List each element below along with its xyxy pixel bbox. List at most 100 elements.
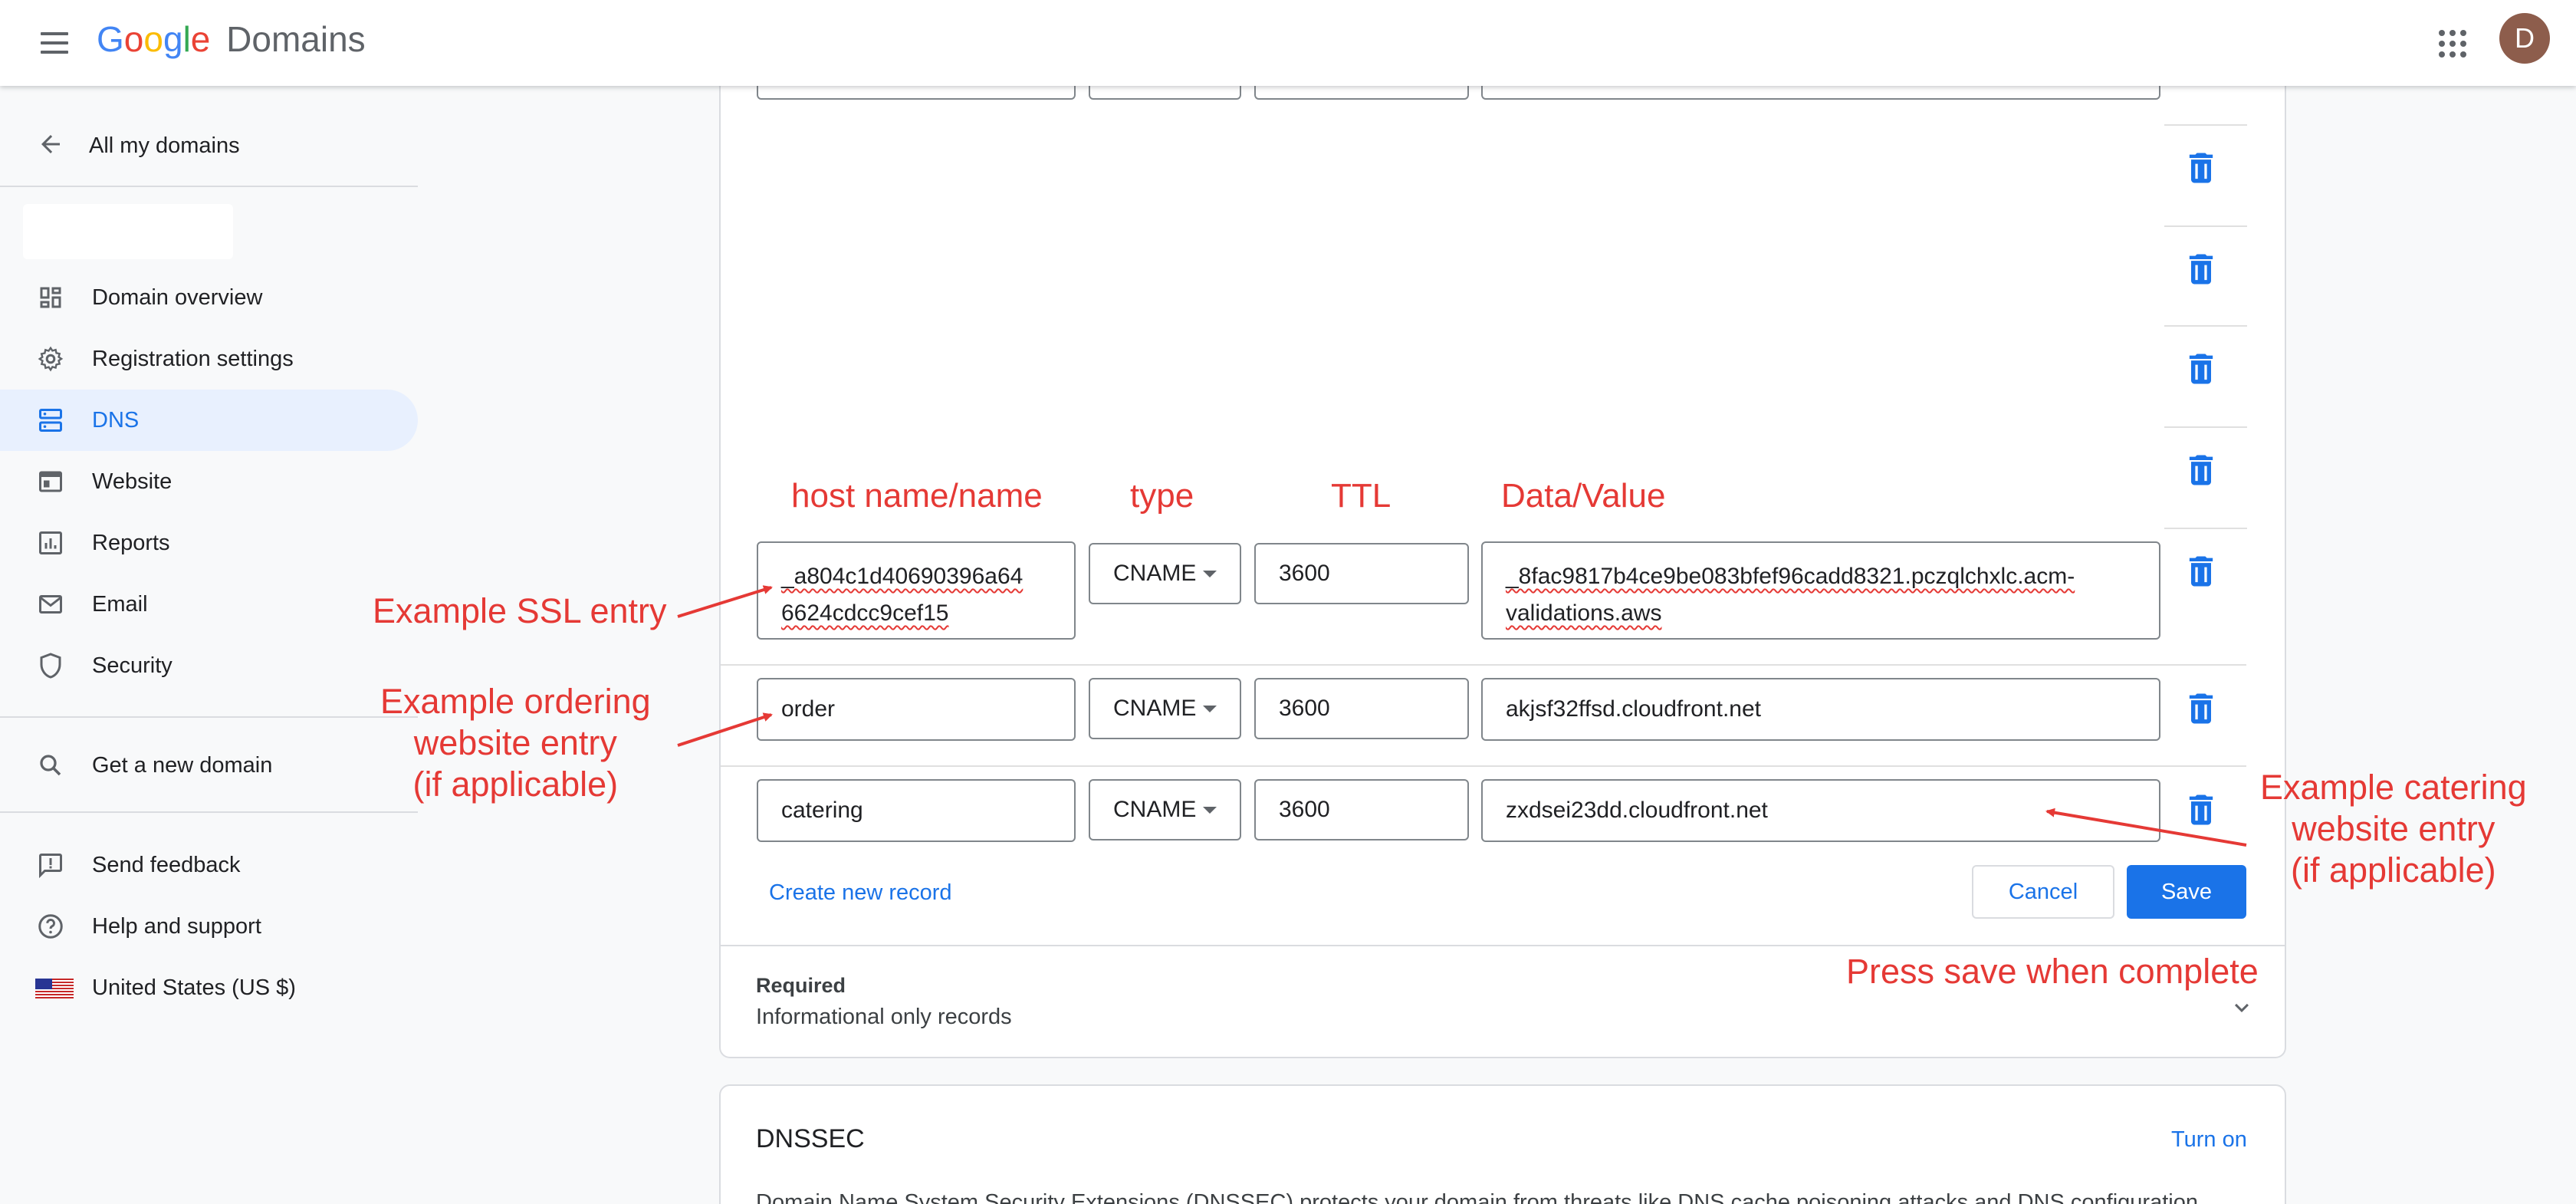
ttl-field[interactable]: 3600 (1254, 678, 1469, 739)
send-feedback[interactable]: Send feedback (0, 834, 418, 896)
delete-record-button[interactable] (2181, 689, 2221, 729)
back-link-label: All my domains (89, 133, 240, 158)
apps-icon[interactable] (2433, 25, 2467, 58)
annotation-type-column: type (1130, 477, 1194, 515)
sidebar-item-registration-settings[interactable]: Registration settings (0, 328, 418, 390)
logo-letter: o (123, 19, 144, 59)
record-type-select[interactable]: CNAME (1089, 779, 1241, 840)
host-name-field[interactable]: catering (757, 779, 1076, 842)
app-logo[interactable]: Google Domains (97, 18, 366, 60)
logo-letter: g (163, 19, 183, 59)
delete-record-button[interactable] (2181, 148, 2221, 188)
data-value: zxdsei23dd.cloudfront.net (1506, 798, 1768, 823)
ttl-value: 3600 (1279, 797, 1330, 822)
help-icon (37, 913, 64, 940)
logo-letter: l (182, 19, 191, 59)
sidebar-item-security[interactable]: Security (0, 635, 418, 696)
feedback-icon (37, 851, 64, 879)
sidebar-item-domain-overview[interactable]: Domain overview (0, 267, 418, 328)
data-value: _8fac9817b4ce9be083bfef96cadd8321.pczqlc… (1506, 564, 2075, 589)
chevron-down-icon[interactable] (2228, 994, 2256, 1021)
host-name-value: 6624cdcc9cef15 (781, 600, 949, 626)
annotation-ssl-entry: Example SSL entry (373, 591, 667, 630)
help-and-support[interactable]: Help and support (0, 896, 418, 957)
delete-record-button[interactable] (2181, 249, 2221, 289)
sidebar-item-email[interactable]: Email (0, 574, 418, 635)
record-type-value: CNAME (1113, 561, 1197, 586)
annotation-line: (if applicable) (2291, 850, 2496, 890)
trash-icon (2189, 693, 2213, 724)
search-icon (37, 752, 64, 779)
logo-letter: e (190, 19, 211, 59)
trash-icon (2189, 455, 2213, 485)
website-icon (37, 468, 64, 495)
sidebar-item-label: Registration settings (92, 347, 294, 371)
data-value-field[interactable]: zxdsei23dd.cloudfront.net (1481, 779, 2160, 842)
sidebar-item-label: Website (92, 469, 172, 494)
host-name-field[interactable]: order (757, 678, 1076, 741)
divider (2164, 426, 2247, 428)
trash-icon (2189, 556, 2213, 587)
delete-record-button[interactable] (2181, 349, 2221, 389)
sidebar: All my domains Domain overview Registrat… (0, 86, 418, 1204)
data-value-field[interactable]: akjsf32ffsd.cloudfront.net (1481, 678, 2160, 741)
divider (721, 945, 2285, 946)
sidebar-item-label: Send feedback (92, 853, 241, 877)
annotation-host-column: host name/name (791, 477, 1043, 515)
back-to-all-domains[interactable]: All my domains (0, 117, 418, 175)
annotation-line: website entry (2292, 809, 2496, 848)
logo-product-name: Domains (226, 19, 366, 59)
annotation-ttl-column: TTL (1331, 477, 1392, 515)
ttl-field[interactable]: 3600 (1254, 779, 1469, 840)
trash-icon (2189, 153, 2213, 183)
trash-icon (2189, 354, 2213, 384)
ttl-field[interactable]: 3600 (1254, 543, 1469, 604)
app-header: Google Domains D (0, 0, 2576, 86)
data-value: akjsf32ffsd.cloudfront.net (1506, 696, 1761, 722)
create-new-record-link[interactable]: Create new record (769, 880, 952, 906)
reports-icon (37, 529, 64, 557)
delete-record-button[interactable] (2181, 551, 2221, 591)
annotation-line: Example catering (2260, 768, 2527, 807)
sidebar-item-label: Help and support (92, 914, 261, 939)
divider (721, 765, 2246, 767)
gear-icon (37, 345, 64, 373)
required-section-title: Required (756, 974, 846, 997)
record-type-select[interactable]: CNAME (1089, 678, 1241, 739)
get-new-domain-label: Get a new domain (92, 753, 273, 778)
delete-record-button[interactable] (2181, 450, 2221, 490)
save-button[interactable]: Save (2127, 865, 2246, 919)
dnssec-title: DNSSEC (756, 1124, 865, 1153)
divider (0, 716, 418, 718)
dnssec-turn-on-button[interactable]: Turn on (2171, 1127, 2247, 1153)
cancel-button[interactable]: Cancel (1972, 865, 2114, 919)
domain-name-redacted (23, 204, 233, 259)
dnssec-card (719, 1084, 2286, 1204)
menu-icon[interactable] (38, 26, 72, 60)
sidebar-item-dns[interactable]: DNS (0, 390, 418, 451)
record-type-select[interactable]: CNAME (1089, 543, 1241, 604)
divider (2164, 528, 2247, 529)
dropdown-caret-icon (1203, 807, 1217, 814)
country-currency[interactable]: United States (US $) (0, 957, 418, 1018)
sidebar-item-website[interactable]: Website (0, 451, 418, 512)
divider (2164, 124, 2247, 126)
sidebar-item-reports[interactable]: Reports (0, 512, 418, 574)
host-name-value: _a804c1d40690396a64 (781, 564, 1024, 589)
data-value-field[interactable]: _8fac9817b4ce9be083bfef96cadd8321.pczqlc… (1481, 541, 2160, 640)
dnssec-description: Domain Name System Security Extensions (… (756, 1190, 2198, 1204)
get-new-domain[interactable]: Get a new domain (0, 735, 418, 796)
divider (2164, 325, 2247, 327)
delete-record-button[interactable] (2181, 790, 2221, 830)
record-type-value: CNAME (1113, 797, 1197, 822)
email-icon (37, 590, 64, 618)
annotation-press-save: Press save when complete (1846, 952, 2259, 991)
host-name-field[interactable]: _a804c1d40690396a64 6624cdcc9cef15 (757, 541, 1076, 640)
avatar[interactable]: D (2499, 13, 2550, 64)
host-name-value: order (781, 696, 836, 722)
shield-icon (37, 652, 64, 679)
annotation-ordering-entry: Example ordering website entry (if appli… (380, 681, 651, 805)
trash-icon (2189, 254, 2213, 285)
dropdown-caret-icon (1203, 571, 1217, 577)
sidebar-item-label: Domain overview (92, 285, 263, 310)
